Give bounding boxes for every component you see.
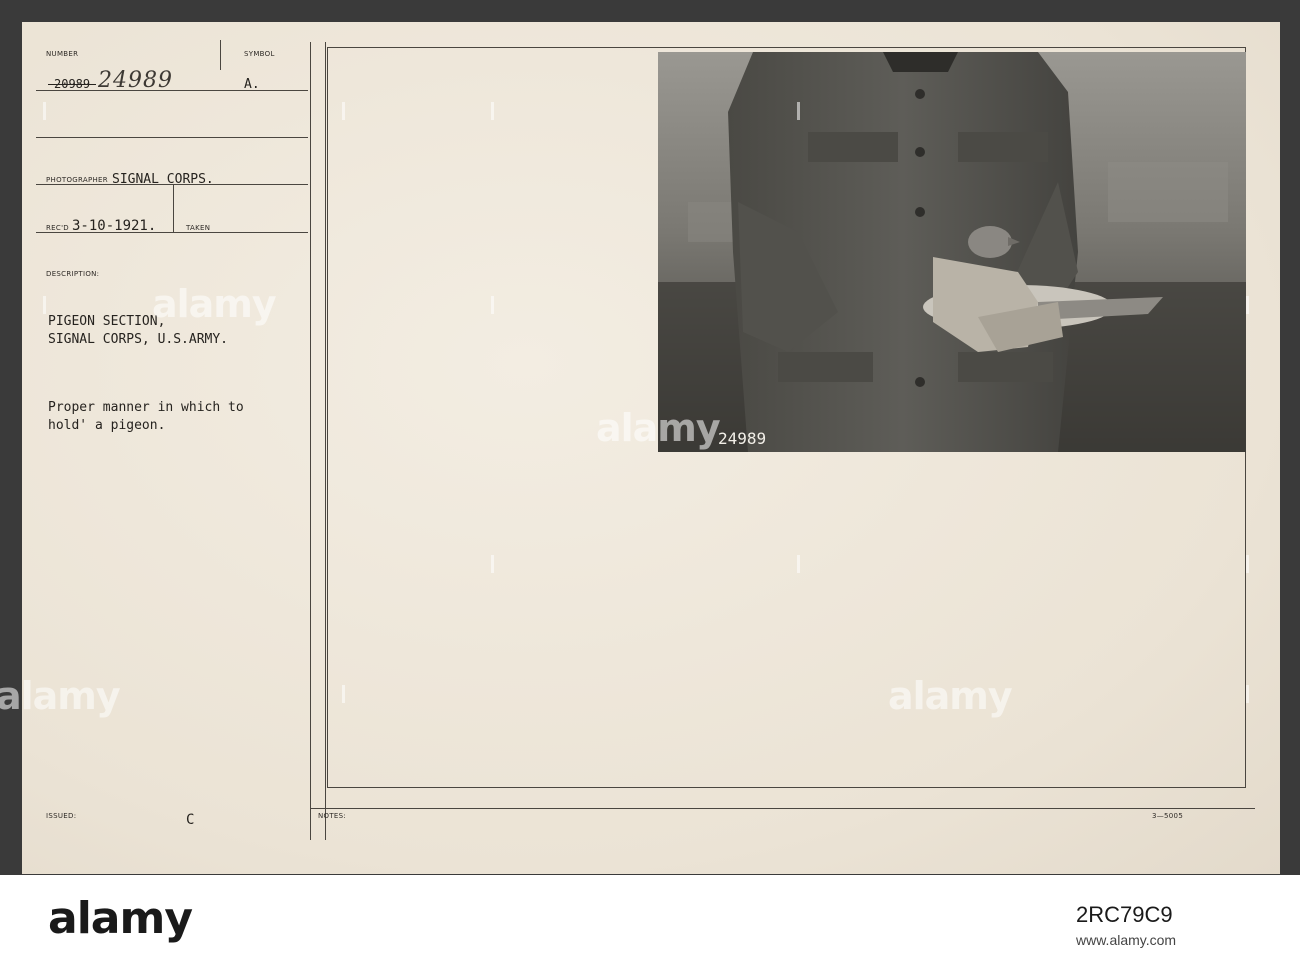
watermark-tick — [43, 102, 46, 120]
watermark-3: alamy — [0, 674, 121, 718]
photo-illustration: 24989 — [658, 52, 1246, 452]
taken-label: TAKEN — [186, 224, 211, 232]
watermark-tick — [491, 102, 494, 120]
watermark-tick — [1246, 555, 1249, 573]
watermark-tick — [1246, 685, 1249, 703]
number-label: NUMBER — [46, 50, 79, 58]
number-strikethrough — [48, 84, 96, 85]
mount-top — [327, 47, 1245, 48]
symbol-label: SYMBOL — [244, 50, 275, 58]
mount-left — [327, 47, 328, 788]
photographer-label: PHOTOGRAPHER — [46, 176, 108, 184]
caption-line-1: Proper manner in which to — [48, 400, 244, 415]
watermark-tick — [491, 555, 494, 573]
pigeon-photograph: 24989 — [658, 52, 1246, 452]
watermark-tick — [797, 102, 800, 120]
caption-line-2: hold' a pigeon. — [48, 418, 166, 433]
right-column-divider — [325, 42, 326, 840]
watermark-tick — [342, 102, 345, 120]
description-line-1: PIGEON SECTION, — [48, 314, 166, 329]
recd-taken-divider — [173, 184, 174, 232]
watermark-tick — [797, 555, 800, 573]
watermark-4: alamy — [888, 674, 1013, 718]
symbol-value: A. — [244, 77, 260, 92]
mount-bottom — [327, 787, 1245, 788]
watermark-2: alamy — [596, 406, 721, 450]
negative-number: 24989 — [718, 429, 766, 448]
description-line-2: SIGNAL CORPS, U.S.ARMY. — [48, 332, 229, 347]
watermark-tick — [43, 296, 46, 314]
left-column-divider — [310, 42, 311, 840]
form-code: 3—5005 — [1152, 812, 1184, 820]
description-label: DESCRIPTION: — [46, 270, 100, 278]
watermark-1: alamy — [152, 282, 277, 326]
recd-value: 3-10-1921. — [72, 218, 157, 234]
recd-label: REC'D — [46, 224, 69, 232]
alamy-logo[interactable]: alamy — [48, 893, 193, 944]
number-symbol-divider — [220, 40, 221, 70]
notes-label: NOTES: — [318, 812, 347, 820]
watermark-tick — [1246, 296, 1249, 314]
number-handwritten: 24989 — [98, 68, 173, 93]
image-id: 2RC79C9 — [1076, 902, 1173, 927]
watermark-tick — [342, 685, 345, 703]
site-url[interactable]: www.alamy.com — [1076, 932, 1176, 948]
photographer-value: SIGNAL CORPS. — [112, 172, 214, 187]
issued-mark: C — [186, 812, 195, 828]
watermark-tick — [491, 296, 494, 314]
notes-rule — [310, 808, 1255, 809]
number-box-bottom — [36, 137, 308, 138]
issued-label: ISSUED: — [46, 812, 77, 820]
